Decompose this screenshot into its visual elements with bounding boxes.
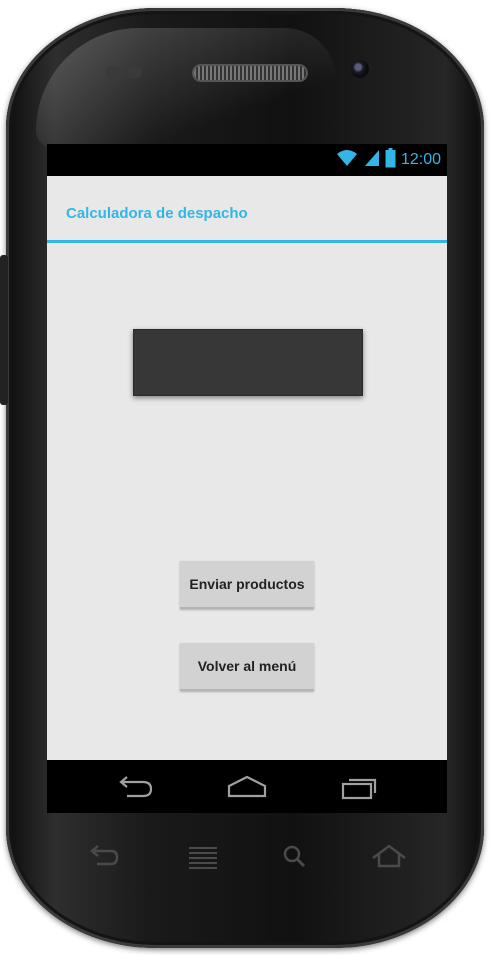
signal-icon — [364, 149, 380, 172]
action-bar: Calculadora de despacho — [47, 176, 447, 243]
status-icons: 12:00 — [335, 147, 441, 173]
result-display — [133, 329, 363, 396]
recent-apps-icon[interactable] — [337, 774, 381, 800]
back-icon[interactable] — [113, 774, 157, 800]
menu-icon[interactable] — [183, 840, 223, 874]
front-camera — [351, 60, 369, 78]
light-sensor — [126, 66, 142, 78]
hardware-keys — [0, 840, 478, 890]
volume-button — [0, 255, 8, 405]
navigation-bar — [47, 760, 447, 813]
search-icon[interactable] — [276, 840, 316, 874]
earpiece-speaker — [194, 66, 306, 80]
send-products-button[interactable]: Enviar productos — [180, 561, 314, 609]
app-title: Calculadora de despacho — [66, 205, 248, 222]
status-clock: 12:00 — [400, 151, 441, 168]
proximity-sensor — [106, 66, 122, 78]
battery-icon — [385, 147, 396, 173]
wifi-icon — [335, 149, 359, 172]
home-icon[interactable] — [225, 774, 269, 800]
back-to-menu-button[interactable]: Volver al menú — [180, 643, 314, 691]
home-icon[interactable] — [369, 840, 409, 874]
back-icon[interactable] — [85, 840, 125, 874]
device-screen: 12:00 Calculadora de despacho Enviar pro… — [47, 144, 447, 813]
status-bar: 12:00 — [47, 144, 447, 176]
